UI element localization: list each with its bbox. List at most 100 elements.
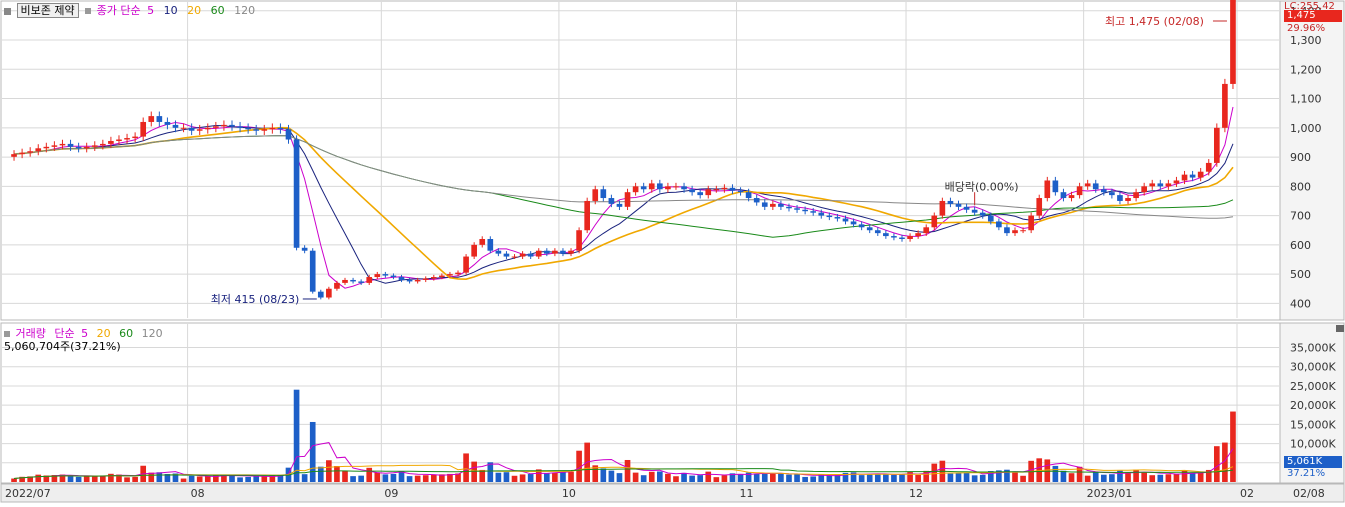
volume-bar: [931, 463, 938, 482]
candle-body: [697, 192, 704, 196]
price-tick-label: 1,100: [1290, 93, 1322, 106]
current-price-badge: 1,475: [1284, 10, 1342, 22]
volume-bar: [358, 475, 364, 482]
candle-body: [1109, 192, 1115, 196]
candle-body: [713, 189, 720, 191]
stock-name[interactable]: 비보존 제약: [16, 3, 79, 18]
volume-bar: [770, 474, 776, 482]
volume-bar: [366, 467, 373, 482]
volume-bar: [1165, 474, 1172, 482]
volume-bar: [309, 421, 316, 482]
volume-bar: [1052, 465, 1059, 482]
price-tick-label: 600: [1290, 239, 1311, 252]
volume-bar: [188, 475, 195, 482]
price-tick-label: 800: [1290, 180, 1311, 193]
volume-bar: [390, 473, 397, 482]
candle-body: [1036, 198, 1043, 216]
candle-body: [560, 250, 566, 254]
candle-body: [390, 275, 397, 278]
candle-body: [463, 256, 469, 273]
close-volume-icon[interactable]: [1336, 325, 1344, 332]
time-tick-label: 2023/01: [1087, 487, 1133, 500]
volume-bar: [83, 476, 90, 482]
candle-body: [196, 129, 203, 131]
candle-body: [148, 116, 155, 122]
candle-body: [737, 190, 744, 193]
candle-body: [1028, 215, 1034, 231]
ma-legend-5: 5: [147, 4, 155, 17]
candle-body: [907, 236, 913, 239]
candle-body: [108, 140, 114, 144]
candle-body: [511, 256, 518, 258]
volume-bar: [503, 472, 510, 482]
volume-bar: [681, 472, 687, 482]
volume-bar: [673, 476, 679, 482]
volume-bar: [899, 474, 905, 482]
candle-body: [1004, 227, 1010, 234]
candle-body: [382, 274, 389, 276]
candle-body: [172, 124, 179, 128]
candle-body: [374, 274, 381, 278]
volume-bar: [317, 466, 324, 482]
volume-bar: [350, 476, 356, 482]
candle-body: [11, 154, 17, 157]
price-legend: 비보존 제약 종가 단순 5 10 20 60 120: [4, 2, 255, 18]
candle-body: [430, 277, 437, 279]
candle-body: [495, 250, 502, 254]
candle-body: [51, 145, 58, 147]
volume-bar: [156, 472, 163, 482]
volume-bar: [1084, 475, 1091, 482]
volume-bar: [67, 476, 74, 482]
volume-bar: [1092, 472, 1099, 482]
candle-body: [721, 187, 728, 190]
candle-body: [778, 203, 784, 207]
volume-bar: [737, 474, 744, 482]
candle-body: [132, 136, 138, 139]
collapse-icon[interactable]: [4, 7, 11, 15]
candle-body: [75, 146, 82, 149]
candle-body: [681, 186, 687, 190]
volume-bar: [794, 474, 800, 482]
volume-tick-label: 20,000K: [1290, 399, 1336, 412]
volume-bar: [237, 477, 243, 482]
volume-indicator-icon: [4, 331, 10, 337]
candle-body: [156, 116, 163, 122]
candle-body: [947, 200, 954, 204]
time-tick-label: 12: [909, 487, 923, 500]
ma-legend-20: 20: [187, 4, 202, 17]
volume-bar: [1230, 411, 1236, 482]
candle-body: [479, 239, 486, 245]
candle-body: [19, 152, 25, 155]
volume-bar: [463, 453, 469, 482]
low-annotation: 최저 415 (08/23): [211, 293, 300, 306]
candle-body: [543, 250, 550, 254]
volume-bar: [35, 474, 42, 482]
candle-body: [955, 203, 962, 207]
candle-body: [818, 212, 825, 216]
ma-legend-120: 120: [234, 4, 256, 17]
candle-body: [753, 198, 760, 203]
candle-body: [164, 121, 171, 125]
volume-bar: [1068, 473, 1075, 482]
candle-body: [269, 127, 276, 130]
volume-bar: [1141, 472, 1147, 482]
volume-bar: [1060, 470, 1067, 482]
candle-body: [1068, 195, 1075, 199]
volume-bar: [971, 475, 978, 482]
candle-body: [745, 192, 752, 199]
volume-bar: [132, 476, 138, 482]
price-tick-label: 1,000: [1290, 122, 1322, 135]
candle-body: [253, 129, 260, 131]
candle-body: [648, 183, 655, 190]
candle-body: [1092, 183, 1099, 190]
volume-bar: [640, 475, 647, 482]
candle-body: [1133, 192, 1139, 199]
candle-body: [140, 121, 147, 137]
volume-bar: [253, 476, 260, 482]
candle-body: [979, 212, 986, 216]
candle-body: [592, 189, 599, 201]
volume-bar: [261, 475, 268, 482]
indicator-icon: [85, 8, 92, 14]
candle-body: [608, 198, 615, 204]
volume-bar: [891, 474, 897, 482]
